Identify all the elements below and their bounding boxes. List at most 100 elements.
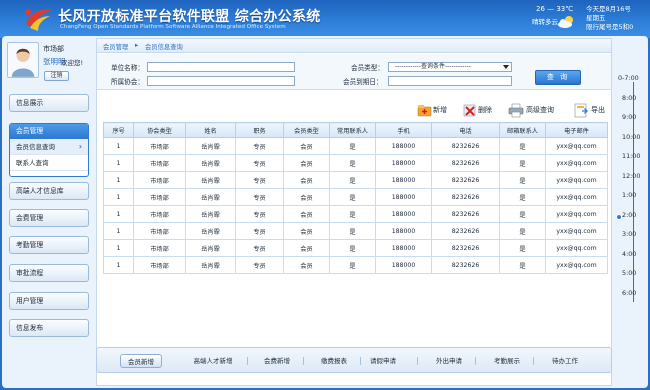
member-type-select[interactable]: ------------查询条件------------ bbox=[388, 62, 512, 72]
cell-phone: 8232626 bbox=[431, 239, 500, 257]
cell-association-type: 市场部 bbox=[133, 188, 186, 206]
col-position[interactable]: 职务 bbox=[235, 122, 284, 138]
delete-label: 删除 bbox=[478, 106, 492, 114]
sidebar-item-attendance[interactable]: 考勤管理 bbox=[9, 236, 89, 254]
timeline-hour: 12:00 bbox=[622, 171, 641, 180]
add-button[interactable]: 新增 bbox=[417, 101, 451, 119]
tab-separator bbox=[417, 357, 418, 365]
weather-temp: 26 — 33℃ bbox=[536, 5, 574, 13]
table-row[interactable]: 1 市场部 岳肖霏 专员 会员是 188000 8232626 是 yxx@qq.com bbox=[103, 137, 608, 155]
cell-contact: 是 bbox=[329, 222, 376, 240]
cell-phone: 8232626 bbox=[431, 205, 500, 223]
cell-mobile: 188000 bbox=[375, 188, 432, 206]
advanced-search-button[interactable]: 高级查询 bbox=[508, 101, 560, 119]
col-index[interactable]: 序号 bbox=[103, 122, 134, 138]
cell-mobile: 188000 bbox=[375, 205, 432, 223]
col-member-type[interactable]: 会员类型 bbox=[283, 122, 330, 138]
timeline-hour: 4:00 bbox=[622, 249, 637, 258]
sidebar-item-news[interactable]: 信息发布 bbox=[9, 319, 89, 337]
user-panel: 市场部 张明明 欢迎您! 注销 bbox=[4, 40, 86, 84]
add-icon bbox=[417, 105, 432, 117]
sidebar-item-approval[interactable]: 审批流程 bbox=[9, 264, 89, 282]
logout-button[interactable]: 注销 bbox=[44, 71, 69, 81]
col-mobile[interactable]: 手机 bbox=[375, 122, 432, 138]
sidebar-item-fees[interactable]: 会费管理 bbox=[9, 209, 89, 227]
cell-association-type: 市场部 bbox=[133, 256, 186, 274]
cell-index: 1 bbox=[103, 171, 134, 189]
breadcrumb-member-management[interactable]: 会员管理 bbox=[103, 42, 128, 51]
table-row[interactable]: 1 市场部 岳肖霏 专员 会员是 188000 8232626 是 yxx@qq.com bbox=[103, 256, 608, 274]
breadcrumb-arrow-icon: ▸ bbox=[135, 41, 139, 49]
tab-add-member[interactable]: 会员新增 bbox=[120, 354, 162, 368]
chevron-down-icon bbox=[503, 65, 509, 69]
tab-add-talent[interactable]: 高端人才新增 bbox=[187, 354, 239, 368]
cell-index: 1 bbox=[103, 222, 134, 240]
cell-member-type: 会员 bbox=[283, 154, 330, 172]
col-email-contact[interactable]: 邮箱联系人 bbox=[499, 122, 546, 138]
sidebar-group-member-management: 会员管理 会员信息查询 › 联系人查询 bbox=[9, 123, 89, 177]
sidebar-item-info-display[interactable]: 信息展示 bbox=[9, 94, 89, 112]
cell-position: 专员 bbox=[235, 239, 284, 257]
cell-contact: 是 bbox=[329, 239, 376, 257]
sidebar-item-users[interactable]: 用户管理 bbox=[9, 292, 89, 310]
alliance-logo-icon bbox=[25, 9, 52, 31]
cell-email: yxx@qq.com bbox=[545, 171, 608, 189]
table-row[interactable]: 1 市场部 岳肖霏 专员 会员是 188000 8232626 是 yxx@qq.com bbox=[103, 222, 608, 240]
expire-date-label: 会员到期日： bbox=[343, 78, 383, 86]
col-phone[interactable]: 电话 bbox=[431, 122, 500, 138]
association-input[interactable] bbox=[147, 76, 295, 86]
table-row[interactable]: 1 市场部 岳肖霏 专员 会员是 188000 8232626 是 yxx@qq.com bbox=[103, 188, 608, 206]
table-row[interactable]: 1 市场部 岳肖霏 专员 会员是 188000 8232626 是 yxx@qq.com bbox=[103, 205, 608, 223]
sidebar-item-member-query[interactable]: 会员信息查询 › bbox=[10, 139, 88, 155]
app-header: 长风开放标准平台软件联盟 综合办公系统 ChangFeng Open Stand… bbox=[0, 0, 650, 38]
tab-separator bbox=[303, 357, 304, 365]
sidebar-item-label: 会员信息查询 bbox=[16, 143, 55, 151]
export-icon bbox=[574, 103, 588, 118]
timeline-hour: 5:00 bbox=[622, 269, 637, 277]
table-row[interactable]: 1 市场部 岳肖霏 专员 会员是 188000 8232626 是 yxx@qq.com bbox=[103, 154, 608, 172]
tab-add-fee[interactable]: 会费新增 bbox=[255, 354, 299, 368]
col-email[interactable]: 电子邮件 bbox=[545, 122, 608, 138]
cell-name: 岳肖霏 bbox=[185, 239, 236, 257]
cell-phone: 8232626 bbox=[431, 137, 500, 155]
timeline-hour: 2:00 bbox=[622, 210, 637, 219]
date-info: 今天是8月16号 星期五 限行尾号是5和0 bbox=[586, 5, 633, 33]
table-row[interactable]: 1 市场部 岳肖霏 专员 会员是 188000 8232626 是 yxx@qq.com bbox=[103, 171, 608, 189]
welcome-text: 欢迎您! bbox=[61, 59, 84, 67]
breadcrumb: 会员管理 ▸ 会员信息查询 bbox=[97, 39, 611, 53]
col-association-type[interactable]: 协会类型 bbox=[133, 122, 186, 138]
col-contact[interactable]: 常用联系人 bbox=[329, 122, 376, 138]
app-subtitle: ChangFeng Open Standards Platform Softwa… bbox=[60, 24, 286, 30]
tab-todo[interactable]: 待办工作 bbox=[543, 354, 587, 368]
tab-separator bbox=[475, 357, 476, 365]
tab-fee-report[interactable]: 缴费报表 bbox=[312, 354, 356, 368]
tab-attendance[interactable]: 考勤展示 bbox=[485, 354, 529, 368]
cell-index: 1 bbox=[103, 239, 134, 257]
sidebar-item-contact-query[interactable]: 联系人查询 bbox=[10, 155, 88, 171]
sidebar-group-title[interactable]: 会员管理 bbox=[10, 124, 88, 139]
tab-leave-request[interactable]: 请假申请 bbox=[361, 354, 405, 368]
avatar bbox=[7, 42, 39, 78]
cell-association-type: 市场部 bbox=[133, 205, 186, 223]
timeline-hour: 11:00 bbox=[622, 152, 641, 160]
day-timeline: 0-7:00 8:00 9:00 10:00 11:00 12:00 1:00 2:00 3:0… bbox=[614, 74, 648, 304]
breadcrumb-current: 会员信息查询 bbox=[145, 44, 183, 51]
cell-member-type: 会员 bbox=[283, 239, 330, 257]
cell-association-type: 市场部 bbox=[133, 154, 186, 172]
main-panel: 会员管理 ▸ 会员信息查询 单位名称： 所属协会： 会员类型： --------… bbox=[96, 38, 612, 386]
member-type-label: 会员类型： bbox=[351, 64, 384, 72]
timeline-hour: 0-7:00 bbox=[618, 74, 639, 82]
add-label: 新增 bbox=[433, 106, 447, 114]
table-row[interactable]: 1 市场部 岳肖霏 专员 会员是 188000 8232626 是 yxx@qq.com bbox=[103, 239, 608, 257]
query-button[interactable]: 查 询 bbox=[535, 70, 581, 85]
cell-contact: 是 bbox=[329, 137, 376, 155]
delete-button[interactable]: 删除 bbox=[462, 101, 494, 119]
cell-mobile: 188000 bbox=[375, 137, 432, 155]
expire-date-input[interactable] bbox=[388, 76, 512, 86]
col-name[interactable]: 姓名 bbox=[185, 122, 236, 138]
unit-name-input[interactable] bbox=[147, 62, 295, 72]
sidebar-item-talent-db[interactable]: 高端人才信息库 bbox=[9, 182, 89, 200]
tab-outing-request[interactable]: 外出申请 bbox=[427, 354, 471, 368]
export-button[interactable]: 导出 bbox=[573, 101, 609, 119]
user-department: 市场部 bbox=[43, 45, 64, 53]
